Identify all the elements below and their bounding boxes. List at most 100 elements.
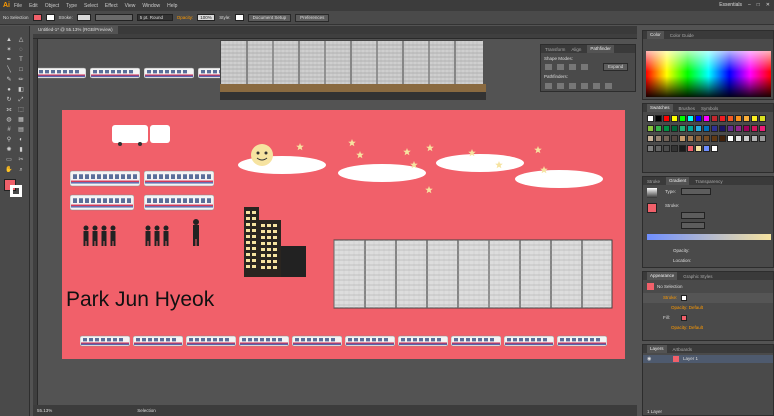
- selection-tool[interactable]: ▲: [4, 36, 14, 44]
- gradient-tool[interactable]: ▤: [16, 126, 26, 134]
- swatch[interactable]: [655, 115, 662, 122]
- menu-help[interactable]: Help: [167, 3, 177, 9]
- swatch[interactable]: [655, 135, 662, 142]
- swatch[interactable]: [727, 125, 734, 132]
- swatch[interactable]: [759, 115, 766, 122]
- symbol-sprayer-tool[interactable]: ✺: [4, 146, 14, 154]
- trim-button[interactable]: [557, 83, 564, 89]
- menu-effect[interactable]: Effect: [105, 3, 118, 9]
- gradient-type-select[interactable]: [681, 188, 711, 195]
- tab-transform[interactable]: Transform: [545, 47, 565, 52]
- swatch[interactable]: [671, 125, 678, 132]
- eraser-tool[interactable]: ◧: [16, 86, 26, 94]
- tab-artboards[interactable]: Artboards: [673, 347, 693, 352]
- stroke-color-box[interactable]: [10, 185, 22, 197]
- hand-tool[interactable]: ✋: [4, 166, 14, 174]
- mesh-tool[interactable]: #: [4, 126, 14, 134]
- fill-swatch[interactable]: [32, 14, 42, 21]
- appearance-opacity-1[interactable]: Opacity: Default: [671, 305, 703, 310]
- appearance-stroke-swatch[interactable]: [681, 295, 687, 301]
- appearance-fill-label[interactable]: Fill:: [663, 315, 670, 320]
- train-car-bottom[interactable]: [345, 335, 395, 347]
- swatch[interactable]: [671, 115, 678, 122]
- swatch[interactable]: [687, 115, 694, 122]
- pencil-tool[interactable]: ✏: [16, 76, 26, 84]
- tab-appearance[interactable]: Appearance: [647, 272, 678, 280]
- pen-tool[interactable]: ✒: [4, 56, 14, 64]
- swatch[interactable]: [663, 135, 670, 142]
- swatch[interactable]: [647, 125, 654, 132]
- artboard-title-text[interactable]: Park Jun Hyeok: [66, 288, 214, 312]
- menu-object[interactable]: Object: [45, 3, 59, 9]
- swatch[interactable]: [743, 135, 750, 142]
- workspace-switcher[interactable]: Essentials: [719, 2, 742, 8]
- swatch[interactable]: [719, 125, 726, 132]
- swatch[interactable]: [695, 115, 702, 122]
- menu-select[interactable]: Select: [84, 3, 98, 9]
- swatch[interactable]: [703, 125, 710, 132]
- gradient-angle-field[interactable]: [681, 212, 705, 219]
- menu-window[interactable]: Window: [142, 3, 160, 9]
- train-car-bottom[interactable]: [398, 335, 448, 347]
- swatch[interactable]: [679, 125, 686, 132]
- tab-transparency[interactable]: Transparency: [695, 179, 722, 184]
- eye-icon[interactable]: ◉: [647, 356, 651, 362]
- train-car-stacked[interactable]: [70, 194, 134, 211]
- blob-brush-tool[interactable]: ●: [4, 86, 14, 94]
- tab-align[interactable]: Align: [571, 47, 581, 52]
- train-car-bottom[interactable]: [239, 335, 289, 347]
- minus-front-button[interactable]: [557, 64, 564, 70]
- gradient-slider[interactable]: [647, 234, 771, 240]
- swatch[interactable]: [679, 145, 686, 152]
- swatch[interactable]: [663, 125, 670, 132]
- canvas-area[interactable]: Park Jun Hyeok: [38, 39, 637, 405]
- variable-width-profile[interactable]: [94, 14, 133, 21]
- appearance-stroke-label[interactable]: Stroke:: [663, 295, 677, 300]
- menu-view[interactable]: View: [125, 3, 136, 9]
- swatch[interactable]: [703, 115, 710, 122]
- swatch[interactable]: [679, 135, 686, 142]
- tab-color-guide[interactable]: Color Guide: [670, 33, 694, 38]
- train-car-stacked[interactable]: [70, 170, 140, 187]
- free-transform-tool[interactable]: ⬚: [16, 106, 26, 114]
- swatch[interactable]: [751, 115, 758, 122]
- line-tool[interactable]: ╲: [4, 66, 14, 74]
- swatch[interactable]: [727, 115, 734, 122]
- zoom-tool[interactable]: ⌕: [16, 166, 26, 174]
- stroke-swatch[interactable]: [45, 14, 55, 21]
- train-car-stacked[interactable]: [144, 170, 214, 187]
- unite-button[interactable]: [545, 64, 552, 70]
- swatch[interactable]: [695, 135, 702, 142]
- tab-gradient[interactable]: Gradient: [666, 177, 690, 185]
- swatch[interactable]: [687, 145, 694, 152]
- appearance-opacity-2[interactable]: Opacity: Default: [671, 325, 703, 330]
- swatch[interactable]: [735, 115, 742, 122]
- swatch[interactable]: [751, 125, 758, 132]
- magic-wand-tool[interactable]: ✶: [4, 46, 14, 54]
- swatch[interactable]: [719, 115, 726, 122]
- swatch[interactable]: [711, 135, 718, 142]
- perspective-tool[interactable]: ▦: [16, 116, 26, 124]
- tab-graphic-styles[interactable]: Graphic Styles: [683, 274, 712, 279]
- swatch[interactable]: [743, 115, 750, 122]
- train-car-bottom[interactable]: [292, 335, 342, 347]
- swatch[interactable]: [679, 115, 686, 122]
- building-facade-top[interactable]: [220, 40, 483, 89]
- swatch[interactable]: [751, 135, 758, 142]
- swatch[interactable]: [655, 125, 662, 132]
- eyedropper-tool[interactable]: ⚲: [4, 136, 14, 144]
- outline-button[interactable]: [593, 83, 600, 89]
- brush-definition[interactable]: 5 pt. Round: [136, 14, 173, 21]
- close-button[interactable]: ✕: [766, 2, 770, 8]
- train-car-bottom[interactable]: [186, 335, 236, 347]
- swatch[interactable]: [663, 145, 670, 152]
- swatch[interactable]: [671, 145, 678, 152]
- preferences-button[interactable]: Preferences: [295, 13, 330, 22]
- swatch[interactable]: [647, 115, 654, 122]
- swatch[interactable]: [647, 145, 654, 152]
- tab-swatches[interactable]: Swatches: [647, 104, 673, 112]
- blend-tool[interactable]: ◐: [16, 136, 26, 144]
- tab-stroke[interactable]: Stroke: [647, 179, 660, 184]
- swatch[interactable]: [655, 145, 662, 152]
- column-graph-tool[interactable]: ▮: [16, 146, 26, 154]
